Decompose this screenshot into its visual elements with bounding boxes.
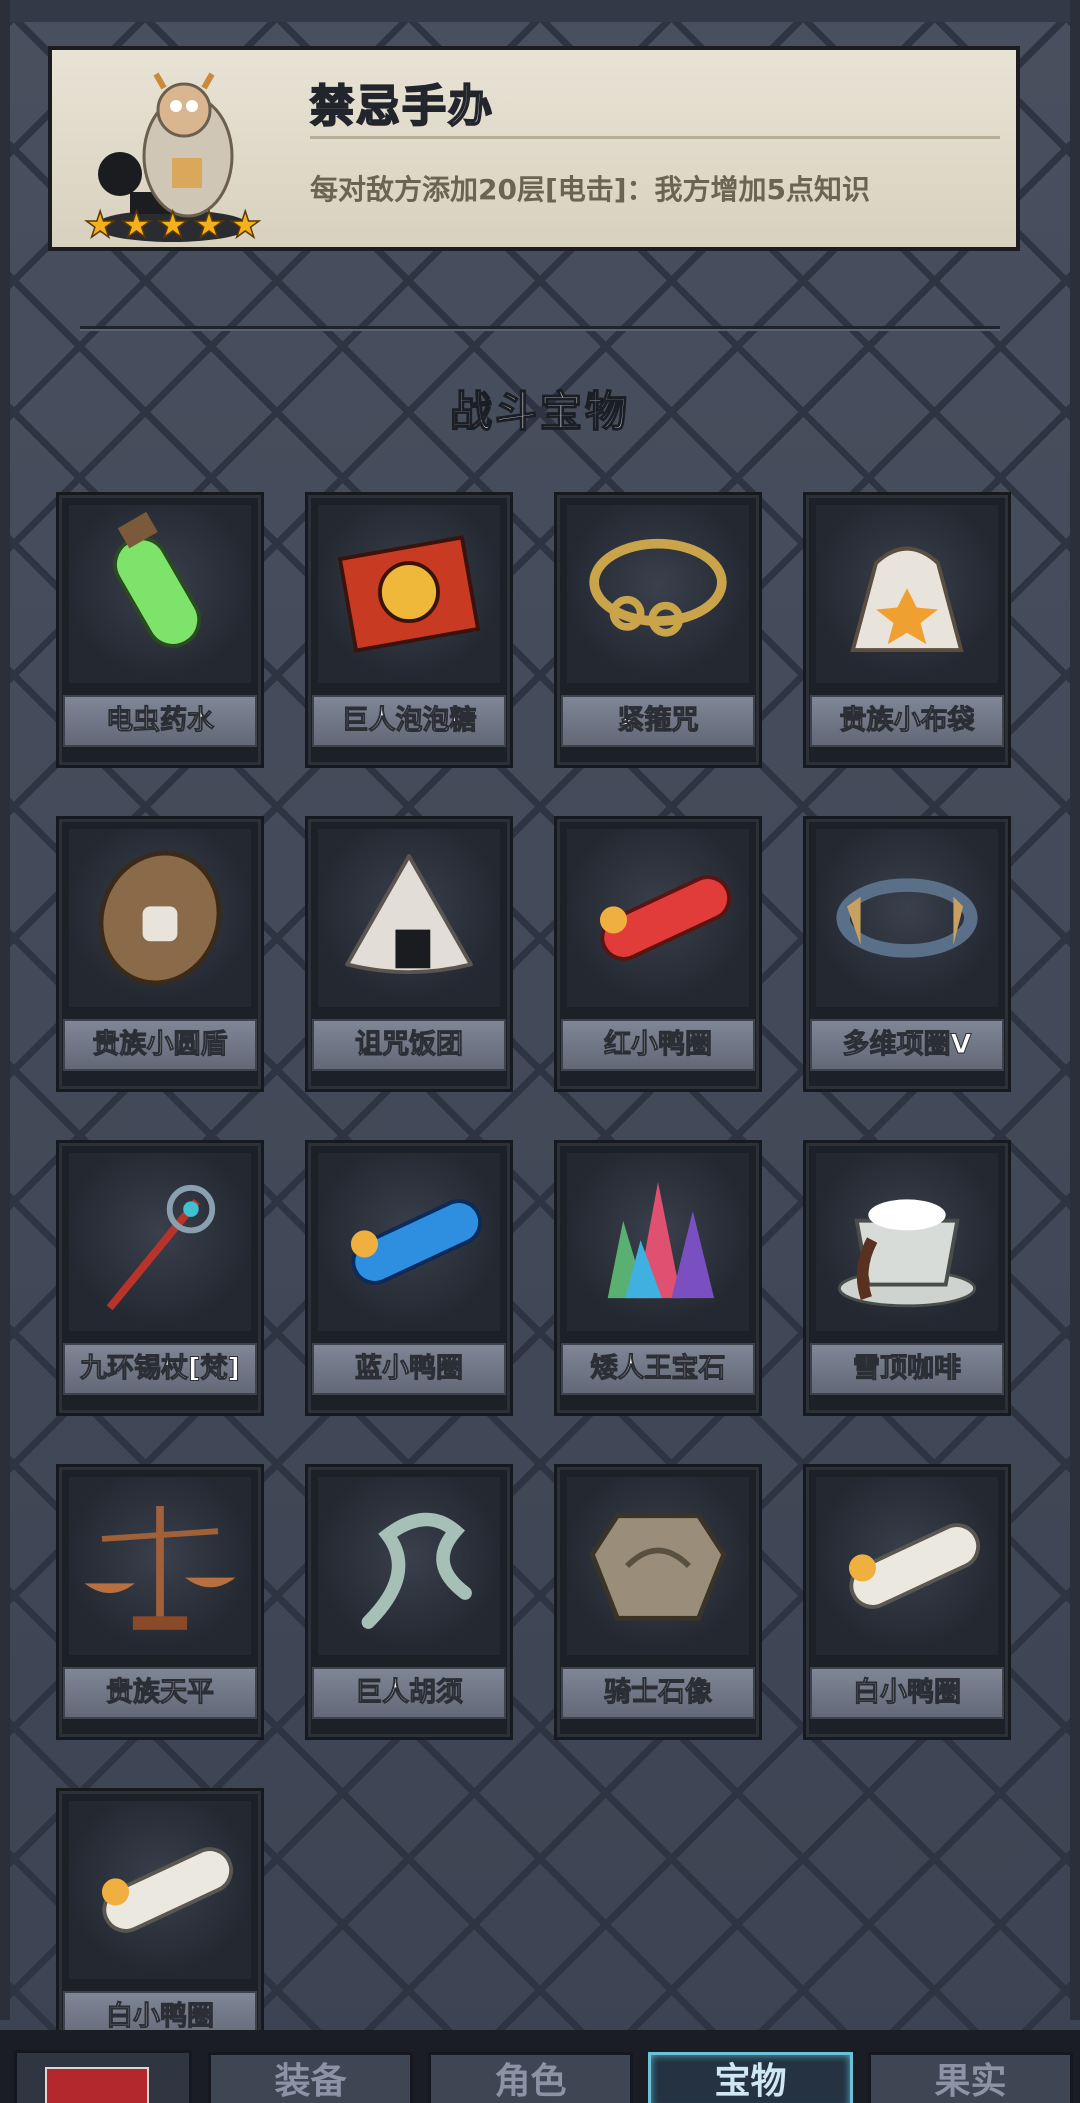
beard-icon [318, 1477, 500, 1655]
treasure-card[interactable]: 电虫药水 [56, 492, 264, 768]
star-rating: ★ ★ ★ ★ ★ [83, 205, 262, 246]
tab-equipment[interactable]: 装备 [208, 2052, 413, 2103]
treasure-name: 电虫药水 [63, 695, 257, 747]
top-frame [0, 0, 1080, 22]
red-duck-ring-icon [567, 829, 749, 1007]
treasure-name: 蓝小鸭圈 [312, 1343, 506, 1395]
star-icon: ★ [192, 205, 226, 246]
rice-ball-icon [318, 829, 500, 1007]
treasure-name: 贵族小圆盾 [63, 1019, 257, 1071]
blue-duck-ring-icon [318, 1153, 500, 1331]
red-flag-icon [45, 2067, 149, 2103]
treasure-name: 紧箍咒 [561, 695, 755, 747]
star-icon: ★ [120, 205, 154, 246]
treasure-card[interactable]: 巨人泡泡糖 [305, 492, 513, 768]
collar-icon [816, 829, 998, 1007]
title-divider [310, 136, 1000, 139]
potion-icon [69, 505, 251, 683]
stone-plaque-icon [567, 1477, 749, 1655]
treasure-card[interactable]: 多维项圈V [803, 816, 1011, 1092]
treasure-card[interactable]: 九环锡杖[梵] [56, 1140, 264, 1416]
star-icon: ★ [228, 205, 262, 246]
treasure-name: 巨人胡须 [312, 1667, 506, 1719]
treasure-card[interactable]: 蓝小鸭圈 [305, 1140, 513, 1416]
treasure-name: 骑士石像 [561, 1667, 755, 1719]
menu-icon-button[interactable] [14, 2050, 192, 2103]
coffee-cup-icon [816, 1153, 998, 1331]
gum-box-icon [318, 505, 500, 683]
left-frame [0, 0, 10, 2020]
treasure-card[interactable]: 诅咒饭团 [305, 816, 513, 1092]
treasure-name: 九环锡杖[梵] [63, 1343, 257, 1395]
round-shield-icon [69, 829, 251, 1007]
tab-fruits[interactable]: 果实 [868, 2052, 1073, 2103]
treasure-card[interactable]: 贵族天平 [56, 1464, 264, 1740]
balance-scale-icon [69, 1477, 251, 1655]
treasure-name: 红小鸭圈 [561, 1019, 755, 1071]
treasure-name: 贵族小布袋 [810, 695, 1004, 747]
treasure-card[interactable]: 贵族小布袋 [803, 492, 1011, 768]
treasure-card[interactable]: 巨人胡须 [305, 1464, 513, 1740]
treasure-card[interactable]: 雪顶咖啡 [803, 1140, 1011, 1416]
treasure-name: 多维项圈V [810, 1019, 1004, 1071]
item-title: 禁忌手办 [309, 80, 494, 133]
treasure-card[interactable]: 贵族小圆盾 [56, 816, 264, 1092]
treasure-card[interactable]: 紧箍咒 [554, 492, 762, 768]
staff-icon [69, 1153, 251, 1331]
right-frame [1070, 0, 1080, 2020]
tab-characters[interactable]: 角色 [428, 2052, 633, 2103]
tab-treasures[interactable]: 宝物 [648, 2052, 853, 2103]
white-duck-ring-icon [816, 1477, 998, 1655]
section-divider [80, 326, 1000, 329]
crystal-icon [567, 1153, 749, 1331]
section-title: 战斗宝物 [449, 386, 630, 437]
white-duck-ring-icon [69, 1801, 251, 1979]
treasure-name: 贵族天平 [63, 1667, 257, 1719]
treasure-name: 白小鸭圈 [810, 1667, 1004, 1719]
treasure-card[interactable]: 矮人王宝石 [554, 1140, 762, 1416]
treasure-card[interactable]: 骑士石像 [554, 1464, 762, 1740]
treasure-name: 雪顶咖啡 [810, 1343, 1004, 1395]
treasure-name: 巨人泡泡糖 [312, 695, 506, 747]
treasure-screen: 禁忌手办 每对敌方添加20层[电击]：我方增加5点知识 ★ ★ ★ ★ ★ 战斗宝物 电… [0, 0, 1080, 2103]
treasure-name: 诅咒饭团 [312, 1019, 506, 1071]
treasure-name: 矮人王宝石 [561, 1343, 755, 1395]
treasure-card[interactable]: 白小鸭圈 [56, 1788, 264, 2064]
star-icon: ★ [156, 205, 190, 246]
treasure-card[interactable]: 白小鸭圈 [803, 1464, 1011, 1740]
star-icon: ★ [83, 205, 117, 246]
golden-band-icon [567, 505, 749, 683]
item-description: 每对敌方添加20层[电击]：我方增加5点知识 [310, 173, 871, 206]
treasure-card[interactable]: 红小鸭圈 [554, 816, 762, 1092]
bottom-nav: 装备 角色 宝物 果实 [0, 2030, 1080, 2103]
cloth-bag-icon [816, 505, 998, 683]
